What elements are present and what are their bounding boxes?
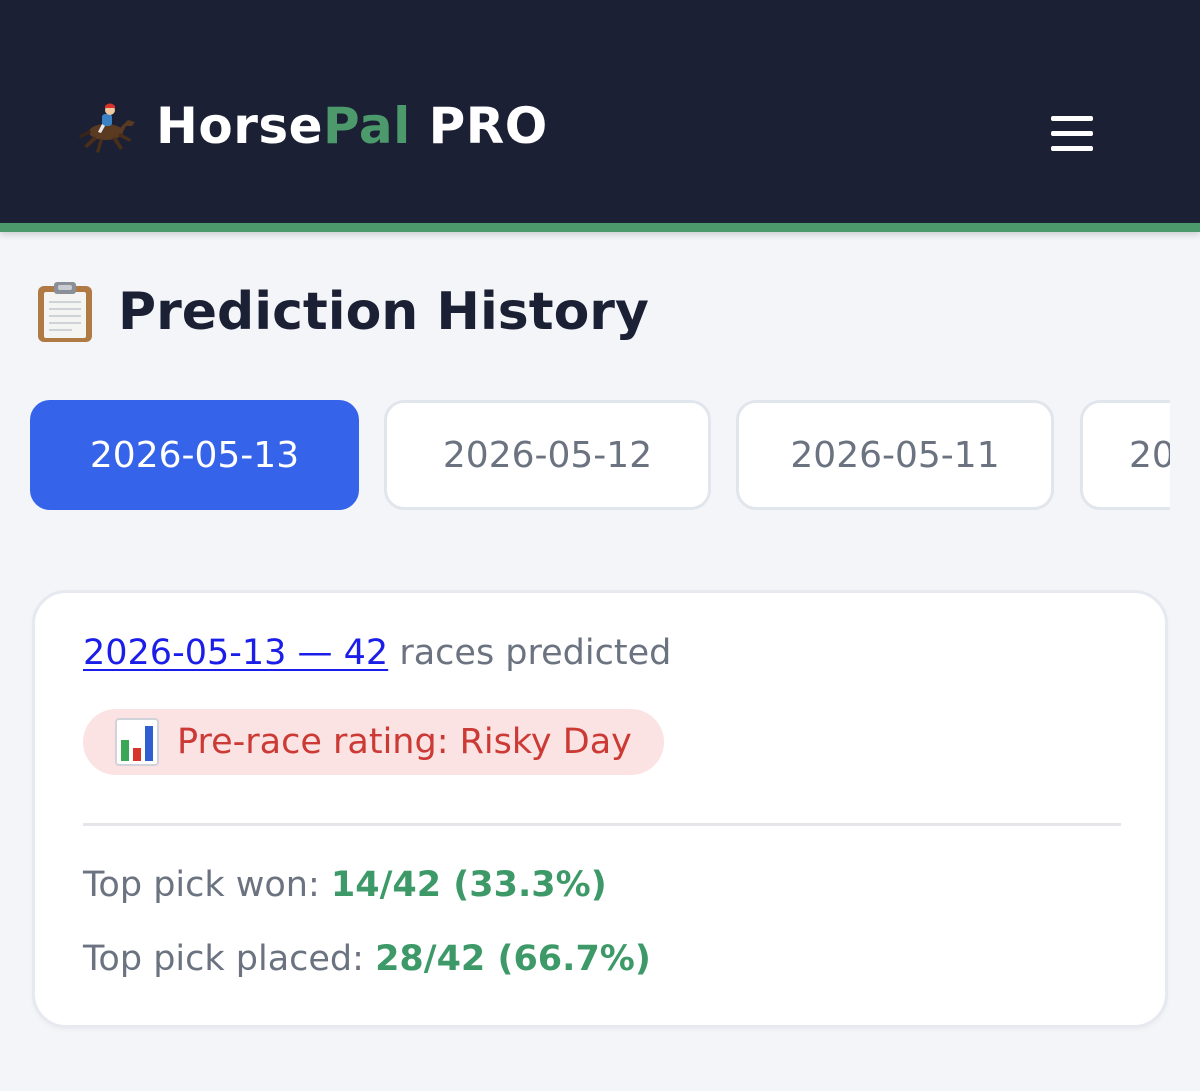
pre-race-rating-badge: Pre-race rating: Risky Day: [83, 709, 664, 775]
hamburger-menu-icon-bar: [1051, 131, 1093, 136]
top-pick-placed-value: 28/42 (66.7%): [375, 939, 651, 979]
brand-name-accent: Pal: [323, 97, 411, 155]
date-tab-partial[interactable]: 20: [1080, 400, 1170, 510]
clipboard-icon: [38, 282, 92, 342]
date-tab-2026-05-11[interactable]: 2026-05-11: [736, 400, 1054, 510]
races-summary: 2026-05-13 — 42 races predicted: [83, 633, 671, 673]
hamburger-menu-icon: [1051, 116, 1093, 121]
horse-racing-icon: [78, 103, 135, 153]
brand-name: HorsePal PRO: [156, 97, 548, 155]
brand-name-suffix: PRO: [410, 97, 548, 155]
hamburger-menu-icon-bar: [1051, 146, 1093, 151]
top-pick-placed-label: Top pick placed:: [83, 939, 376, 979]
races-summary-suffix: races predicted: [388, 633, 672, 673]
date-tabs: 2026-05-13 2026-05-12 2026-05-11 20: [30, 400, 1170, 512]
pre-race-rating-text: Pre-race rating: Risky Day: [177, 722, 632, 762]
brand-name-part1: Horse: [156, 97, 324, 155]
prediction-day-card: 2026-05-13 — 42 races predicted Pre-race…: [32, 590, 1168, 1028]
page-title: Prediction History: [118, 282, 649, 342]
brand[interactable]: HorsePal PRO: [72, 96, 548, 156]
app-header: HorsePal PRO: [0, 0, 1200, 232]
card-divider: [83, 823, 1121, 826]
page-title-row: Prediction History: [34, 280, 649, 344]
hamburger-menu-button[interactable]: [1046, 112, 1098, 156]
top-pick-placed-stat: Top pick placed: 28/42 (66.7%): [83, 939, 651, 979]
top-pick-won-value: 14/42 (33.3%): [330, 865, 607, 905]
top-pick-won-stat: Top pick won: 14/42 (33.3%): [83, 865, 607, 905]
top-pick-won-label: Top pick won:: [83, 865, 331, 905]
date-tab-2026-05-13[interactable]: 2026-05-13: [30, 400, 359, 510]
day-detail-link[interactable]: 2026-05-13 — 42: [83, 633, 388, 673]
bar-chart-icon: [115, 718, 159, 766]
date-tab-2026-05-12[interactable]: 2026-05-12: [384, 400, 711, 510]
